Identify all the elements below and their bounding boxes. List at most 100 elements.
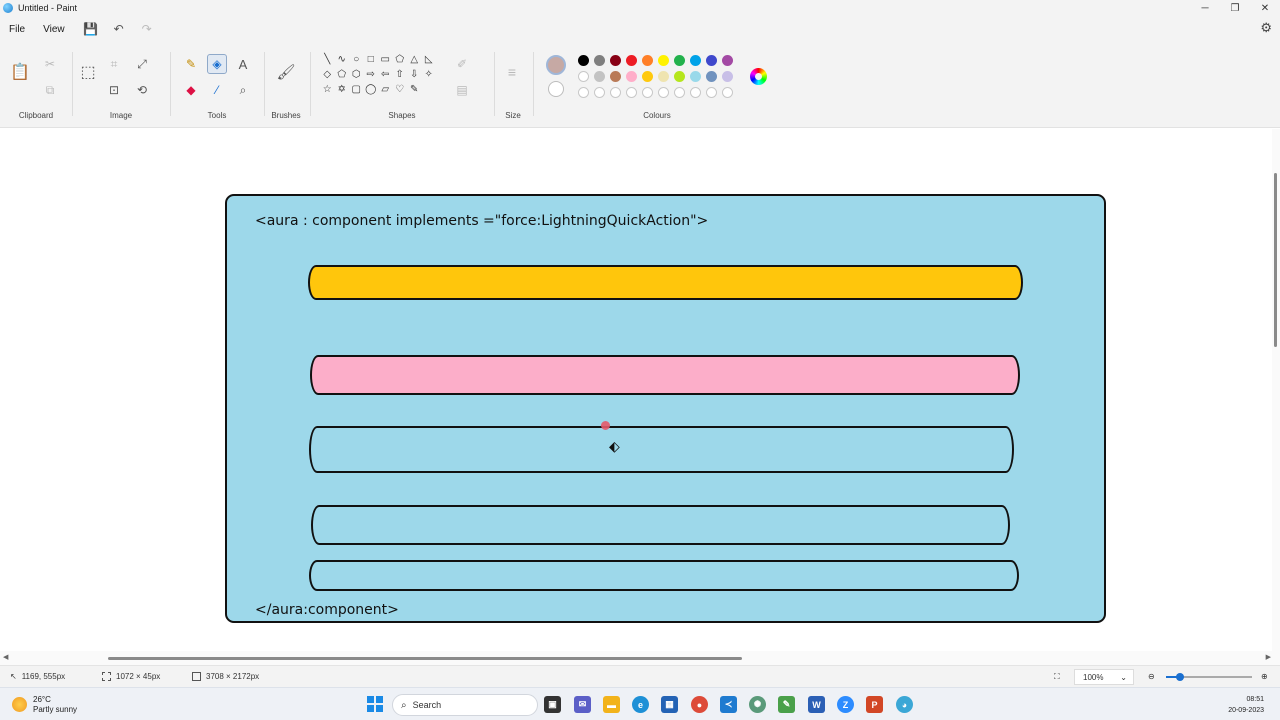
settings-gear-icon[interactable]: ⚙ [1260, 20, 1272, 36]
color-swatch[interactable] [642, 55, 653, 66]
shape-option[interactable]: △ [407, 52, 422, 66]
system-clock[interactable]: 08:51 20-09-2023 [1228, 694, 1264, 716]
canvas-area[interactable]: <aura : component implements ="force:Lig… [0, 129, 1272, 651]
select-icon[interactable]: ⬚ [78, 62, 98, 82]
redo-icon[interactable]: ↷ [136, 19, 158, 39]
file-explorer-icon[interactable]: ▬ [603, 696, 620, 713]
color-swatch[interactable] [594, 71, 605, 82]
zoom-slider-knob[interactable] [1176, 673, 1184, 681]
custom-color-slot[interactable] [626, 87, 637, 98]
zoom-app-icon[interactable]: Z [837, 696, 854, 713]
shape-option[interactable]: ⇩ [407, 67, 422, 81]
notepad-icon[interactable]: ✎ [778, 696, 795, 713]
color-swatch[interactable] [722, 55, 733, 66]
color-picker-icon[interactable]: ⁄ [207, 80, 227, 100]
shape-option[interactable]: ◯ [364, 82, 379, 96]
custom-color-slot[interactable] [658, 87, 669, 98]
shape-option[interactable]: ▱ [378, 82, 393, 96]
shape-option[interactable]: □ [364, 52, 379, 66]
shape-option[interactable]: ▭ [378, 52, 393, 66]
shape-option[interactable]: ◇ [320, 67, 335, 81]
task-view-icon[interactable]: ▣ [544, 696, 561, 713]
shape-option[interactable]: ▢ [349, 82, 364, 96]
color-swatch[interactable] [578, 55, 589, 66]
shape-option[interactable]: ✧ [422, 67, 437, 81]
save-icon[interactable]: 💾 [80, 19, 102, 39]
color-swatch[interactable] [690, 55, 701, 66]
copy-icon[interactable]: ⧉ [40, 80, 60, 100]
shape-option[interactable]: ◺ [422, 52, 437, 66]
undo-icon[interactable]: ↶ [108, 19, 130, 39]
custom-color-slot[interactable] [642, 87, 653, 98]
secondary-color[interactable] [548, 81, 564, 97]
restore-button[interactable]: ❐ [1220, 0, 1250, 16]
yellow-bar[interactable] [308, 265, 1023, 300]
custom-color-slot[interactable] [674, 87, 685, 98]
view-menu[interactable]: View [34, 24, 74, 35]
shape-option[interactable]: ⬠ [393, 52, 408, 66]
magnifier-icon[interactable]: ⌕ [233, 80, 253, 100]
outline-icon[interactable]: ✐ [452, 54, 472, 74]
scroll-left-icon[interactable]: ◀ [3, 653, 8, 661]
edit-colors-icon[interactable] [750, 68, 767, 85]
shape-option[interactable]: ○ [349, 52, 364, 66]
zoom-select[interactable]: 100% ⌄ [1074, 669, 1134, 685]
color-swatch[interactable] [626, 55, 637, 66]
primary-color[interactable] [546, 55, 566, 75]
shape-option[interactable]: ∿ [335, 52, 350, 66]
color-swatch[interactable] [706, 71, 717, 82]
custom-color-slot[interactable] [706, 87, 717, 98]
color-swatch[interactable] [626, 71, 637, 82]
shape-option[interactable]: ⬡ [349, 67, 364, 81]
teams-chat-icon[interactable]: ✉ [574, 696, 591, 713]
chrome-icon[interactable]: ● [691, 696, 708, 713]
shape-option[interactable]: ⇦ [378, 67, 393, 81]
color-swatch[interactable] [642, 71, 653, 82]
custom-color-slot[interactable] [610, 87, 621, 98]
shape-option[interactable]: ⇧ [393, 67, 408, 81]
file-menu[interactable]: File [0, 24, 34, 35]
fill-bucket-icon[interactable]: ◈ [207, 54, 227, 74]
size-lines-icon[interactable]: ≡ [502, 62, 522, 82]
empty-bar-3[interactable] [309, 560, 1019, 591]
vertical-scrollbar[interactable] [1272, 129, 1280, 651]
shape-option[interactable]: ✡ [335, 82, 350, 96]
minimize-button[interactable]: ─ [1190, 0, 1220, 16]
eraser-icon[interactable]: ◆ [181, 80, 201, 100]
store-icon[interactable]: ▦ [661, 696, 678, 713]
color-swatch[interactable] [578, 71, 589, 82]
color-swatch[interactable] [706, 55, 717, 66]
custom-color-slot[interactable] [722, 87, 733, 98]
start-windows-icon[interactable] [367, 696, 383, 712]
shape-option[interactable]: ✎ [407, 82, 422, 96]
zoom-out-icon[interactable]: ⊖ [1148, 672, 1155, 681]
zoom-slider[interactable] [1166, 673, 1252, 681]
crop-icon[interactable]: ⌗ [104, 54, 124, 74]
color-swatch[interactable] [610, 55, 621, 66]
image-select-icon[interactable]: ⊡ [104, 80, 124, 100]
paste-icon[interactable]: 📋 [10, 62, 30, 82]
brush-icon[interactable]: 🖌 [276, 62, 296, 82]
zoom-in-icon[interactable]: ⊕ [1261, 672, 1268, 681]
color-swatch[interactable] [690, 71, 701, 82]
drawing-rectangle[interactable]: <aura : component implements ="force:Lig… [225, 194, 1106, 623]
horizontal-scrollbar[interactable]: ◀ ▶ [0, 651, 1280, 665]
weather-widget[interactable]: 26°C Partly sunny [12, 695, 77, 715]
rotate-icon[interactable]: ⟲ [132, 80, 152, 100]
fill-icon[interactable]: ▤ [452, 80, 472, 100]
fit-icon[interactable]: ⛶ [1054, 672, 1060, 682]
color-swatch[interactable] [594, 55, 605, 66]
color-swatch[interactable] [658, 55, 669, 66]
cut-icon[interactable]: ✂ [40, 54, 60, 74]
shape-option[interactable]: ☆ [320, 82, 335, 96]
custom-color-slot[interactable] [594, 87, 605, 98]
custom-color-slot[interactable] [690, 87, 701, 98]
color-swatch[interactable] [722, 71, 733, 82]
close-button[interactable]: ✕ [1250, 0, 1280, 16]
pink-bar[interactable] [310, 355, 1020, 395]
chatgpt-icon[interactable]: ✺ [749, 696, 766, 713]
text-icon[interactable]: A [233, 54, 253, 74]
taskbar-search[interactable]: ⌕ Search [392, 694, 538, 716]
empty-bar-2[interactable] [311, 505, 1010, 545]
powerpoint-icon[interactable]: P [866, 696, 883, 713]
